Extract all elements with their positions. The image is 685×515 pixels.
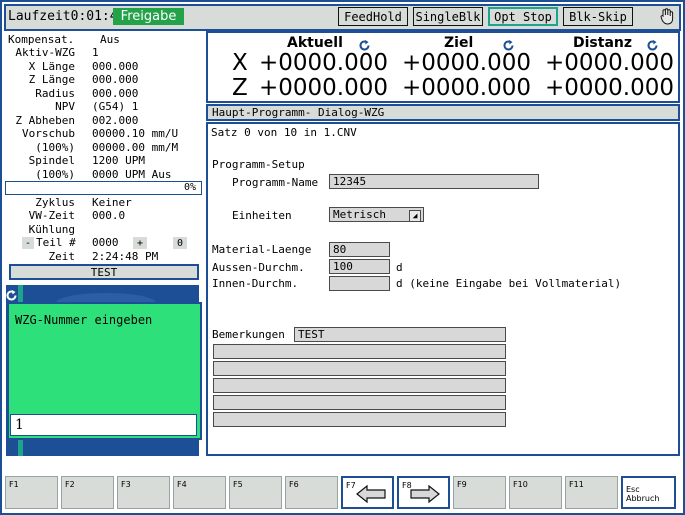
refresh-icon[interactable] [5,287,18,301]
program-tab-header[interactable]: Haupt-Programm- Dialog-WZG [206,104,680,121]
z-laenge-value: 000.000 [92,73,139,86]
bemerkungen-field-1[interactable]: TEST [294,327,506,342]
fkey-f8[interactable]: F8 [397,476,450,509]
fkey-f9[interactable]: F9 [453,476,506,509]
spindel-label: Spindel [28,154,75,167]
esc-abbruch-button[interactable]: Esc Abbruch [621,476,676,509]
kuehlung-label: Kühlung [28,223,75,236]
tool-number-input[interactable]: 1 [10,414,197,436]
hand-icon[interactable] [659,7,675,25]
header-ziel: Ziel [444,35,474,51]
setup-title: Programm-Setup [212,158,305,171]
material-label: Material-Laenge [212,243,312,256]
teil-plus-button[interactable]: + [133,237,147,249]
innen-note: d (keine Eingabe bei Vollmaterial) [396,277,622,290]
test-bar: TEST [9,264,199,280]
dropdown-icon: ◢ [409,210,421,222]
zyklus-value: Keiner [92,196,132,209]
zyklus-label: Zyklus [35,196,75,209]
z-distanz: +0000.000 [545,75,675,101]
bemerkungen-field-3[interactable] [213,361,506,376]
vorschub-pct-value: 00000.00 mm/M [92,141,179,154]
x-aktuell: +0000.000 [259,50,389,76]
aussen-unit: d [396,261,403,274]
runtime-display: Laufzeit0:01:48 [8,9,126,24]
refresh-ziel-icon[interactable] [502,37,515,51]
opt-stop-button[interactable]: Opt Stop [488,7,558,26]
bemerkungen-label: Bemerkungen [212,328,285,341]
aussen-label: Aussen-Durchm. [212,261,305,274]
teil-minus-button[interactable]: - [22,237,34,249]
fkey-f5[interactable]: F5 [229,476,282,509]
radius-label: Radius [35,87,75,100]
progress-text: 0% [183,182,196,193]
fkey-f3[interactable]: F3 [117,476,170,509]
material-field[interactable]: 80 [329,242,390,257]
bemerkungen-field-5[interactable] [213,395,506,410]
zeit-label: Zeit [48,250,76,263]
fkey-f7[interactable]: F7 [341,476,394,509]
status-badge: Freigabe [113,8,184,25]
radius-value: 000.000 [92,87,139,100]
spindel-pct-label: (100%) [35,168,75,181]
z-abheben-label: Z Abheben [15,114,75,127]
spindel-pct-value: 0000 UPM Aus [92,168,172,181]
fkey-f11[interactable]: F11 [565,476,618,509]
progress-bar: 0% [5,181,202,195]
npv-label: NPV [55,100,75,113]
fkey-f10[interactable]: F10 [509,476,562,509]
aktiv-wzg-value: 1 [92,46,99,59]
bemerkungen-field-4[interactable] [213,378,506,393]
kompensat-value: Aus [100,33,120,46]
bemerkungen-field-6[interactable] [213,412,506,427]
fkey-f4[interactable]: F4 [173,476,226,509]
dialog-title: WZG-Nummer eingeben [15,313,153,327]
blk-skip-button[interactable]: Blk-Skip [563,7,633,26]
refresh-aktuell-icon[interactable] [358,37,371,51]
teil-count: 0 [173,237,187,249]
feedhold-button[interactable]: FeedHold [338,7,408,26]
singleblk-button[interactable]: SingleBlk [413,7,483,26]
spindel-value: 1200 UPM [92,154,145,167]
aussen-field[interactable]: 100 [329,259,390,274]
vw-zeit-label: VW-Zeit [28,209,75,222]
innen-field[interactable] [329,276,390,291]
header-distanz: Distanz [573,35,633,51]
vorschub-value: 00000.10 mm/U [92,127,179,140]
arrow-left-icon [356,484,386,504]
satz-line: Satz 0 von 10 in 1.CNV [211,126,357,139]
arrow-right-icon [410,484,440,504]
x-ziel: +0000.000 [402,50,532,76]
x-laenge-value: 000.000 [92,60,139,73]
z-abheben-value: 002.000 [92,114,139,127]
refresh-distanz-icon[interactable] [646,37,659,51]
z-aktuell: +0000.000 [259,75,389,101]
vorschub-pct-label: (100%) [35,141,75,154]
teil-label: Teil # [36,236,76,249]
x-laenge-label: X Länge [28,60,75,73]
vorschub-label: Vorschub [22,127,75,140]
program-name-field[interactable]: 12345 [329,174,539,189]
einheiten-label: Einheiten [232,209,292,222]
bemerkungen-field-2[interactable] [213,344,506,359]
program-name-label: Programm-Name [232,176,319,189]
zeit-value: 2:24:48 PM [92,250,159,263]
innen-label: Innen-Durchm. [212,277,299,290]
z-ziel: +0000.000 [402,75,532,101]
header-aktuell: Aktuell [287,35,343,51]
kompensat-label: Kompensat. [8,33,75,46]
npv-value: (G54) 1 [92,100,139,113]
fkey-f6[interactable]: F6 [285,476,338,509]
aktiv-wzg-label: Aktiv-WZG [15,46,75,59]
einheiten-select[interactable]: Metrisch ◢ [329,207,424,222]
x-distanz: +0000.000 [545,50,675,76]
fkey-f2[interactable]: F2 [61,476,114,509]
z-laenge-label: Z Länge [28,73,75,86]
teil-value: 0000 [92,236,119,249]
axis-x-label: X [232,50,248,76]
vw-zeit-value: 000.0 [92,209,126,222]
axis-z-label: Z [232,75,248,101]
einheiten-value: Metrisch [333,208,386,221]
fkey-f1[interactable]: F1 [5,476,58,509]
